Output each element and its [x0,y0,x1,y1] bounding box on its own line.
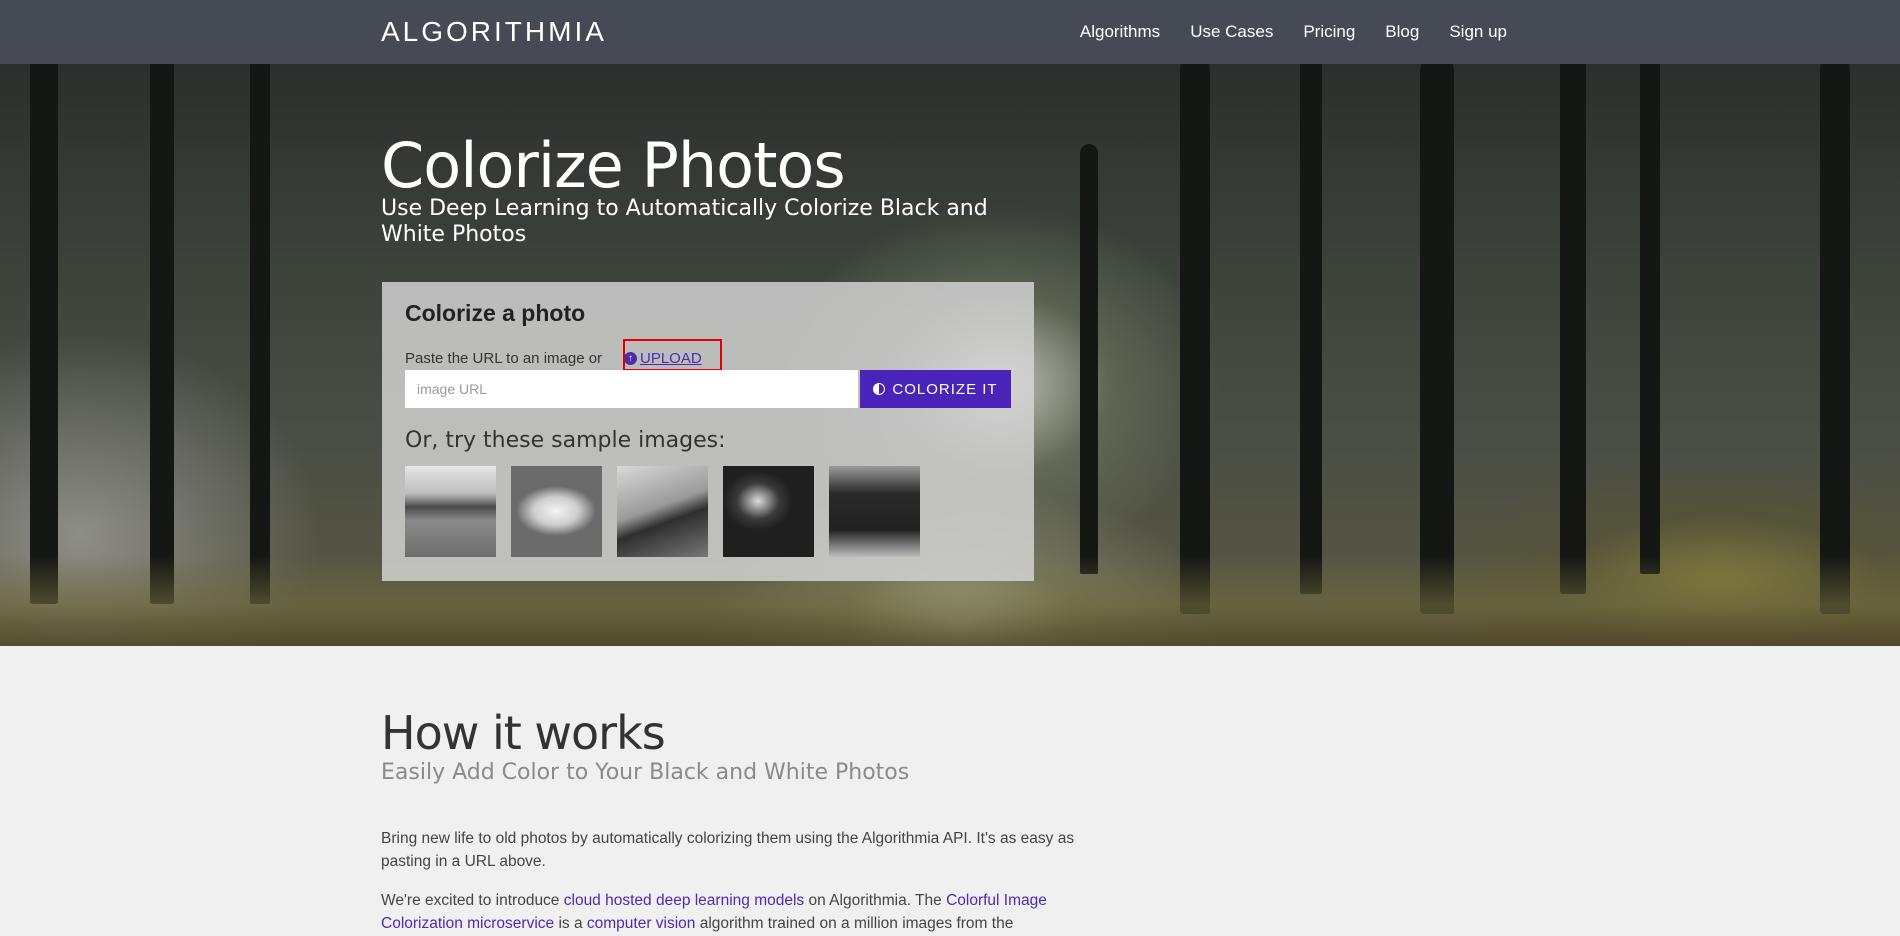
p2-text-b: on Algorithmia. The [804,892,947,909]
colorize-button-label: COLORIZE IT [892,380,998,398]
p2-text-a: We're excited to introduce [381,892,564,909]
sample-image-shoreline[interactable] [405,466,496,557]
url-instruction: Paste the URL to an image or [405,350,603,367]
tree-trunk [1300,64,1322,594]
colorize-card: Colorize a photo Paste the URL to an ima… [382,282,1034,581]
link-computer-vision[interactable]: computer vision [587,915,696,932]
tree-trunk [150,64,174,604]
upload-highlight-box [623,339,722,371]
tree-trunk [1560,64,1586,594]
sample-image-mountain[interactable] [617,466,708,557]
sample-image-race-car[interactable] [511,466,602,557]
nav-link-pricing[interactable]: Pricing [1303,22,1355,42]
page-subtitle: Use Deep Learning to Automatically Color… [381,196,988,247]
how-it-works-title: How it works [381,706,666,760]
nav-links: Algorithms Use Cases Pricing Blog Sign u… [1080,0,1507,64]
how-it-works-paragraph-2: We're excited to introduce cloud hosted … [381,889,1116,935]
top-navigation: ALGORITHMIA Algorithms Use Cases Pricing… [0,0,1900,64]
image-url-input[interactable] [405,370,858,408]
sample-images [405,466,920,557]
nav-link-algorithms[interactable]: Algorithms [1080,22,1160,42]
nav-link-use-cases[interactable]: Use Cases [1190,22,1273,42]
tree-trunk [250,64,270,604]
sample-image-cattle[interactable] [829,466,920,557]
link-cloud-hosted-models[interactable]: cloud hosted deep learning models [564,892,804,909]
page-title: Colorize Photos [381,129,846,202]
how-it-works-paragraph-1: Bring new life to old photos by automati… [381,830,1075,870]
p2-text-d: algorithm trained on a million images fr… [695,915,1014,932]
sample-image-portrait[interactable] [723,466,814,557]
colorize-button[interactable]: COLORIZE IT [860,370,1011,408]
tree-trunk [30,64,58,604]
how-it-works-subtitle: Easily Add Color to Your Black and White… [381,760,910,785]
tree-trunk [1080,144,1098,574]
half-circle-icon [873,383,886,395]
nav-link-blog[interactable]: Blog [1385,22,1419,42]
samples-label: Or, try these sample images: [405,428,726,453]
nav-link-sign-up[interactable]: Sign up [1449,22,1507,42]
tree-trunk [1820,64,1850,614]
card-title: Colorize a photo [405,300,586,326]
hero-forest-background: Colorize Photos Use Deep Learning to Aut… [0,64,1900,646]
p2-text-c: is a [554,915,587,932]
tree-trunk [1640,64,1660,574]
tree-trunk [1420,64,1454,614]
tree-trunk [1180,64,1210,614]
algorithmia-logo[interactable]: ALGORITHMIA [381,14,607,50]
